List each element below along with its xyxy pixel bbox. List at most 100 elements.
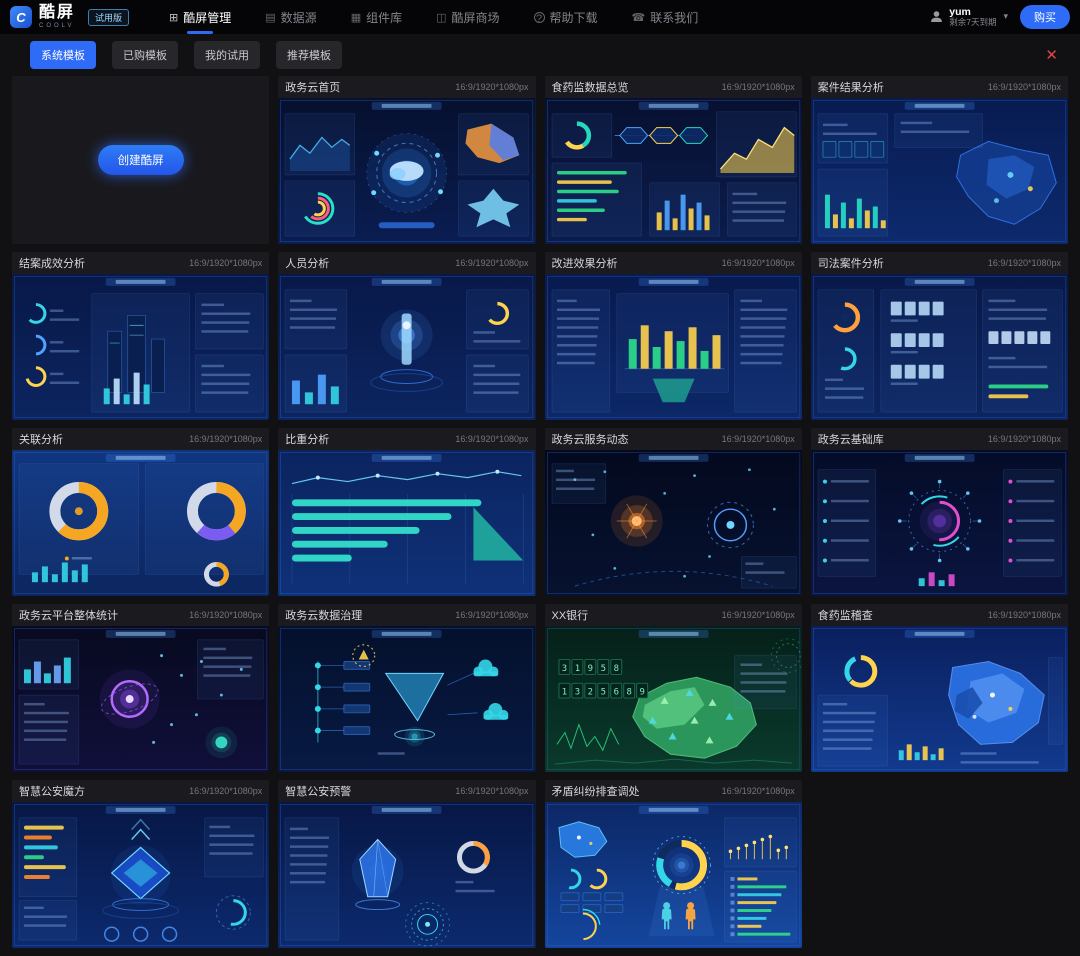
create-screen-card[interactable]: 创建酷屏 — [12, 76, 269, 244]
template-size: 16:9/1920*1080px — [988, 258, 1061, 268]
template-card-header: 案件结果分析 16:9/1920*1080px — [811, 76, 1068, 98]
template-thumbnail[interactable] — [811, 274, 1068, 420]
template-card-header: 政务云平台整体统计 16:9/1920*1080px — [12, 604, 269, 626]
buy-button[interactable]: 购买 — [1020, 5, 1070, 29]
template-size: 16:9/1920*1080px — [722, 82, 795, 92]
template-card-header: 政务云首页16:9/1920*1080px — [278, 76, 535, 98]
nav-item-label: 帮助下载 — [550, 9, 598, 26]
template-card[interactable]: XX银行16:9/1920*1080px 319581325689 — [545, 604, 802, 772]
template-card[interactable]: 政务云服务动态16:9/1920*1080px — [545, 428, 802, 596]
close-icon[interactable]: ✕ — [1041, 44, 1062, 67]
template-size: 16:9/1920*1080px — [455, 82, 528, 92]
template-size: 16:9/1920*1080px — [722, 786, 795, 796]
template-title: 结案成效分析 — [19, 255, 85, 271]
template-card[interactable]: 政务云平台整体统计 16:9/1920*1080px — [12, 604, 269, 772]
svg-text:6: 6 — [613, 688, 618, 698]
template-grid: 创建酷屏 政务云首页16:9/1920*1080px 食药监数据总览16:9/1… — [0, 76, 1080, 956]
user-avatar-icon — [929, 9, 944, 24]
nav-item-1[interactable]: ⊞酷屏管理 — [167, 0, 233, 34]
help-icon: ? — [534, 12, 545, 23]
template-size: 16:9/1920*1080px — [189, 434, 262, 444]
template-size: 16:9/1920*1080px — [722, 258, 795, 268]
tab-4[interactable]: 推荐模板 — [276, 41, 342, 69]
nav-item-label: 酷屏商场 — [452, 9, 500, 26]
user-menu[interactable]: yum 剩余7天到期 ▾ — [929, 6, 1008, 28]
template-size: 16:9/1920*1080px — [189, 610, 262, 620]
template-card[interactable]: 关联分析16:9/1920*1080px — [12, 428, 269, 596]
tab-1[interactable]: 系统模板 — [30, 41, 96, 69]
template-title: 智慧公安魔方 — [19, 783, 85, 799]
template-title: 人员分析 — [285, 255, 329, 271]
nav-item-6[interactable]: ☎ 联系我们 — [630, 0, 701, 34]
template-thumbnail[interactable] — [545, 274, 802, 420]
phone-icon: ☎ — [632, 11, 646, 24]
template-thumbnail[interactable] — [545, 98, 802, 244]
template-size: 16:9/1920*1080px — [455, 786, 528, 796]
template-thumbnail[interactable] — [12, 274, 269, 420]
template-thumbnail[interactable] — [278, 98, 535, 244]
main-nav: ⊞酷屏管理 ▤数据源 ▦组件库 ◫ 酷屏商场? 帮助下载 ☎ 联系我们 — [167, 0, 700, 34]
chevron-down-icon: ▾ — [1003, 11, 1008, 22]
template-thumbnail[interactable] — [278, 802, 535, 948]
template-card[interactable]: 政务云基础库16:9/1920*1080px — [811, 428, 1068, 596]
template-size: 16:9/1920*1080px — [455, 434, 528, 444]
template-size: 16:9/1920*1080px — [189, 258, 262, 268]
svg-text:8: 8 — [613, 664, 618, 674]
template-card-header: 政务云基础库16:9/1920*1080px — [811, 428, 1068, 450]
template-title: 比重分析 — [285, 431, 329, 447]
template-title: 政务云平台整体统计 — [19, 607, 118, 623]
template-thumbnail[interactable] — [278, 274, 535, 420]
template-card[interactable]: 食药监数据总览16:9/1920*1080px — [545, 76, 802, 244]
nav-item-2[interactable]: ▤数据源 — [263, 0, 318, 34]
template-card[interactable]: 结案成效分析 16:9/1920*1080px — [12, 252, 269, 420]
template-card[interactable]: 智慧公安预警16:9/1920*1080px — [278, 780, 535, 948]
trial-badge: 试用版 — [88, 9, 129, 26]
template-card[interactable]: 政务云数据治理16:9/1920*1080px — [278, 604, 535, 772]
template-card-header: 改进效果分析16:9/1920*1080px — [545, 252, 802, 274]
create-screen-button[interactable]: 创建酷屏 — [98, 145, 184, 175]
template-thumbnail[interactable] — [12, 626, 269, 772]
template-title: 案件结果分析 — [818, 79, 884, 95]
template-thumbnail[interactable] — [545, 802, 802, 948]
logo-subtext: COOLV — [39, 23, 75, 29]
svg-text:3: 3 — [574, 688, 579, 698]
nav-item-label: 联系我们 — [650, 9, 698, 26]
svg-text:3: 3 — [561, 664, 566, 674]
template-card-header: 关联分析16:9/1920*1080px — [12, 428, 269, 450]
components-icon: ▦ — [351, 11, 361, 24]
template-card[interactable]: 改进效果分析16:9/1920*1080px — [545, 252, 802, 420]
tab-3[interactable]: 我的试用 — [194, 41, 260, 69]
template-size: 16:9/1920*1080px — [988, 82, 1061, 92]
template-thumbnail[interactable] — [811, 450, 1068, 596]
template-thumbnail[interactable] — [545, 450, 802, 596]
tab-2[interactable]: 已购模板 — [112, 41, 178, 69]
template-card[interactable]: 食药监稽查16:9/1920*1080px — [811, 604, 1068, 772]
template-thumbnail[interactable] — [278, 626, 535, 772]
nav-item-label: 数据源 — [281, 9, 317, 26]
template-card[interactable]: 比重分析 16:9/1920*1080px — [278, 428, 535, 596]
svg-text:1: 1 — [561, 688, 566, 698]
nav-item-3[interactable]: ▦组件库 — [349, 0, 404, 34]
template-title: XX银行 — [552, 607, 589, 623]
nav-item-4[interactable]: ◫ 酷屏商场 — [434, 0, 501, 34]
app-logo: C 酷屏 COOLV 试用版 — [10, 5, 129, 29]
template-card[interactable]: 人员分析16:9/1920*1080px — [278, 252, 535, 420]
template-thumbnail[interactable] — [12, 802, 269, 948]
template-thumbnail[interactable] — [811, 98, 1068, 244]
template-thumbnail[interactable] — [811, 626, 1068, 772]
template-card[interactable]: 矛盾纠纷排查调处16:9/1920*1080px — [545, 780, 802, 948]
template-size: 16:9/1920*1080px — [722, 434, 795, 444]
template-card-header: 矛盾纠纷排查调处16:9/1920*1080px — [545, 780, 802, 802]
template-card[interactable]: 政务云首页16:9/1920*1080px — [278, 76, 535, 244]
template-title: 政务云基础库 — [818, 431, 884, 447]
nav-item-5[interactable]: ? 帮助下载 — [532, 0, 600, 34]
template-size: 16:9/1920*1080px — [722, 610, 795, 620]
template-card[interactable]: 智慧公安魔方16:9/1920*1080px — [12, 780, 269, 948]
template-thumbnail[interactable] — [278, 450, 535, 596]
template-card[interactable]: 案件结果分析 16:9/1920*1080px — [811, 76, 1068, 244]
template-thumbnail[interactable]: 319581325689 — [545, 626, 802, 772]
template-thumbnail[interactable] — [12, 450, 269, 596]
template-card[interactable]: 司法案件分析16:9/1920*1080px — [811, 252, 1068, 420]
svg-text:1: 1 — [574, 664, 579, 674]
market-icon: ◫ — [436, 11, 446, 24]
